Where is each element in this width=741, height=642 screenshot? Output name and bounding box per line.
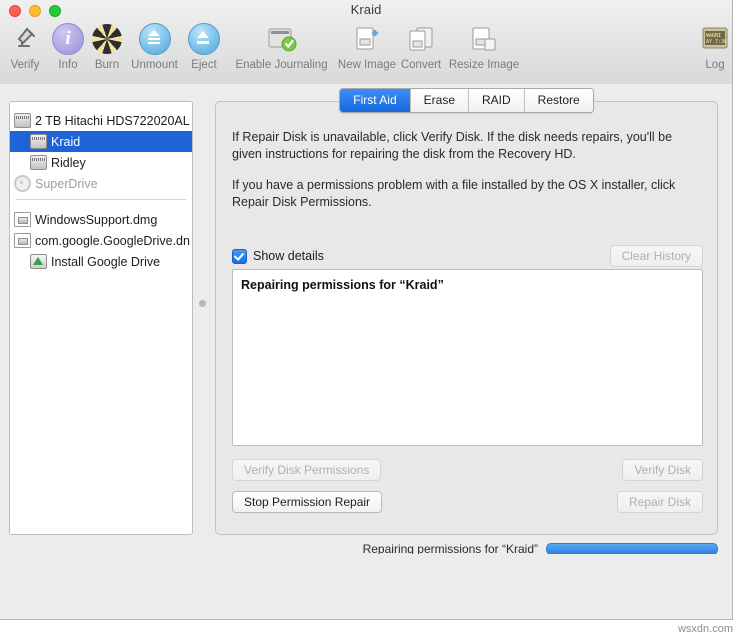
- svg-text:AY 7:36: AY 7:36: [706, 39, 727, 45]
- toolbar-eject[interactable]: Eject: [183, 22, 225, 71]
- verify-disk-button[interactable]: Verify Disk: [622, 459, 703, 481]
- sidebar-item-label: Kraid: [51, 134, 81, 149]
- show-details-checkbox[interactable]: Show details: [232, 248, 324, 264]
- sidebar-item-label: Ridley: [51, 155, 86, 170]
- sidebar-item-label: SuperDrive: [35, 176, 98, 191]
- burn-icon: [92, 24, 122, 54]
- toolbar-unmount-label: Unmount: [131, 59, 178, 71]
- show-details-label: Show details: [253, 249, 324, 263]
- sidebar-item-kraid[interactable]: Kraid: [10, 131, 192, 152]
- toolbar-convert-label: Convert: [400, 59, 442, 71]
- disk-image-icon: [14, 212, 31, 227]
- toolbar-unmount[interactable]: Unmount: [126, 22, 183, 71]
- page-right-strip: [733, 0, 741, 642]
- help-paragraph-2: If you have a permissions problem with a…: [232, 178, 676, 209]
- first-aid-panel: First Aid Erase RAID Restore If Repair D…: [215, 88, 718, 535]
- disk-utility-window: Kraid Verify i Info Burn Unmount Eject E…: [0, 0, 733, 620]
- toolbar-convert[interactable]: Convert: [396, 22, 446, 71]
- journaling-drive-check-icon: [225, 22, 338, 56]
- tab-raid[interactable]: RAID: [469, 89, 525, 112]
- microscope-icon: [4, 22, 46, 56]
- sidebar-top-gap: [10, 102, 192, 110]
- watermark: wsxdn.com: [677, 623, 733, 635]
- repair-disk-button[interactable]: Repair Disk: [616, 491, 703, 513]
- tab-bar: First Aid Erase RAID Restore: [216, 88, 717, 113]
- verify-disk-permissions-button[interactable]: Verify Disk Permissions: [232, 459, 382, 481]
- sidebar-item-superdrive[interactable]: SuperDrive: [10, 173, 192, 194]
- sidebar-item-ridley[interactable]: Ridley: [10, 152, 192, 173]
- page-bottom-strip: [0, 620, 741, 642]
- volume-icon: [30, 155, 47, 170]
- sidebar-item-label: WindowsSupport.dmg: [35, 212, 158, 227]
- window-titlebar: Kraid Verify i Info Burn Unmount Eject E…: [0, 0, 732, 85]
- log-line: Repairing permissions for “Kraid”: [241, 278, 444, 292]
- toolbar-verify-label: Verify: [10, 59, 40, 71]
- toolbar-info-label: Info: [58, 59, 78, 71]
- sidebar-item-windowssupport-dmg[interactable]: WindowsSupport.dmg: [10, 209, 192, 230]
- toolbar: Verify i Info Burn Unmount Eject Enable …: [0, 22, 732, 82]
- volume-icon: [30, 134, 47, 149]
- tab-restore[interactable]: Restore: [524, 89, 593, 112]
- sidebar-item-hitachi-disk[interactable]: 2 TB Hitachi HDS722020AL: [10, 110, 192, 131]
- sidebar-item-label: Install Google Drive: [51, 254, 161, 269]
- clear-history-button[interactable]: Clear History: [609, 245, 703, 267]
- sidebar-divider: [16, 199, 186, 200]
- toolbar-burn-label: Burn: [94, 59, 120, 71]
- toolbar-resize-image[interactable]: Resize Image: [444, 22, 524, 71]
- resize-image-icon: [444, 22, 524, 56]
- device-sidebar[interactable]: 2 TB Hitachi HDS722020AL Kraid Ridley Su…: [9, 101, 193, 535]
- google-drive-icon: [30, 254, 47, 269]
- new-image-icon: [334, 22, 400, 56]
- disk-info-bar: ? Mount Point : / Format : Mac OS Extend…: [0, 554, 732, 619]
- disk-image-icon: [14, 233, 31, 248]
- first-aid-help-text: If Repair Disk is unavailable, click Ver…: [232, 129, 701, 225]
- details-row: Show details Clear History: [232, 245, 703, 267]
- toolbar-eject-label: Eject: [191, 59, 217, 71]
- sidebar-item-label: 2 TB Hitachi HDS722020AL: [35, 113, 190, 128]
- sidebar-item-install-google-drive[interactable]: Install Google Drive: [10, 251, 192, 272]
- button-row-bottom: Stop Permission Repair Repair Disk: [232, 491, 703, 513]
- toolbar-resize-image-label: Resize Image: [448, 59, 520, 71]
- stop-permission-repair-button[interactable]: Stop Permission Repair: [232, 491, 383, 513]
- tab-erase[interactable]: Erase: [410, 89, 469, 112]
- optical-disc-icon: [14, 175, 31, 192]
- window-content: 2 TB Hitachi HDS722020AL Kraid Ridley Su…: [0, 84, 732, 619]
- log-output-area[interactable]: Repairing permissions for “Kraid”: [232, 269, 703, 446]
- screenshot-root: Kraid Verify i Info Burn Unmount Eject E…: [0, 0, 741, 642]
- sidebar-item-googledrive-dmg[interactable]: com.google.GoogleDrive.dn: [10, 230, 192, 251]
- tab-first-aid[interactable]: First Aid: [340, 89, 411, 112]
- window-title: Kraid: [350, 2, 382, 17]
- info-icon: i: [52, 23, 84, 55]
- button-row-top: Verify Disk Permissions Verify Disk: [232, 459, 703, 481]
- toolbar-log-label: Log: [705, 59, 725, 71]
- toolbar-verify[interactable]: Verify: [4, 22, 46, 71]
- hard-drive-icon: [14, 113, 31, 128]
- split-view-resize-handle[interactable]: [199, 300, 206, 307]
- toolbar-burn[interactable]: Burn: [88, 22, 126, 71]
- toolbar-log[interactable]: WARNI AY 7:36 Log: [695, 22, 732, 71]
- eject-icon: [188, 23, 220, 55]
- convert-icon: [396, 22, 446, 56]
- checkbox-checked-icon: [232, 248, 247, 264]
- toolbar-enable-journaling-label: Enable Journaling: [235, 59, 328, 71]
- tab-strip: First Aid Erase RAID Restore: [339, 88, 594, 113]
- toolbar-new-image-label: New Image: [337, 59, 397, 71]
- toolbar-new-image[interactable]: New Image: [334, 22, 400, 71]
- log-window-icon: WARNI AY 7:36: [695, 22, 732, 56]
- unmount-icon: [138, 23, 171, 55]
- toolbar-info[interactable]: i Info: [48, 22, 88, 71]
- sidebar-item-label: com.google.GoogleDrive.dn: [35, 233, 190, 248]
- help-paragraph-1: If Repair Disk is unavailable, click Ver…: [232, 130, 673, 161]
- toolbar-enable-journaling[interactable]: Enable Journaling: [225, 22, 338, 71]
